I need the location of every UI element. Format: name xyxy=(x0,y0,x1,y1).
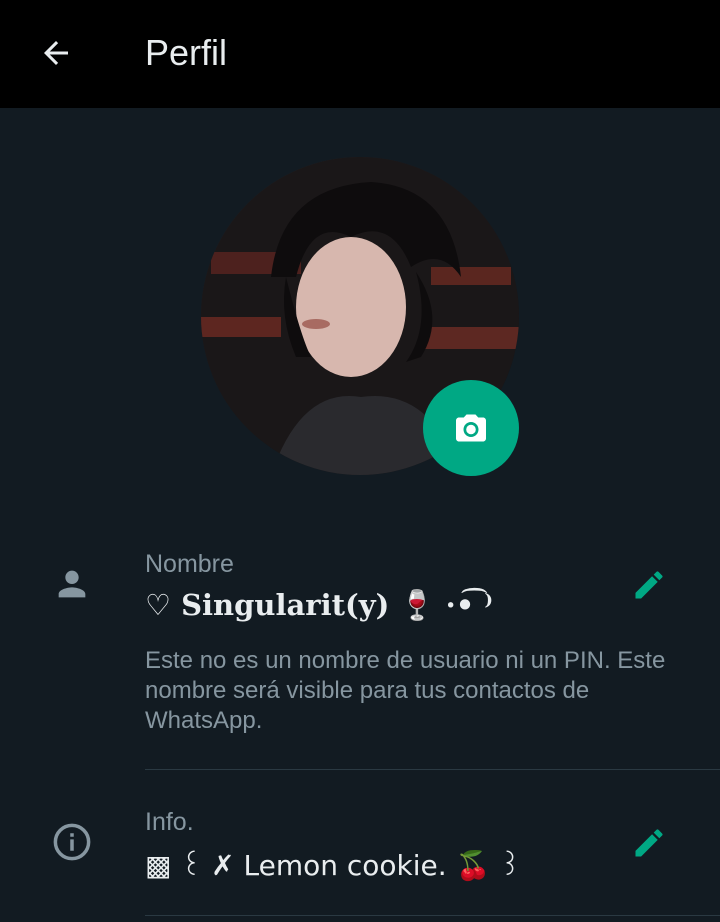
edit-name-button[interactable] xyxy=(626,562,672,608)
edit-info-button[interactable] xyxy=(626,820,672,866)
person-icon xyxy=(50,562,94,606)
info-icon xyxy=(50,820,94,864)
divider xyxy=(145,915,720,916)
pencil-icon xyxy=(635,571,663,599)
camera-icon xyxy=(456,414,486,442)
pencil-icon xyxy=(635,829,663,857)
change-photo-button[interactable] xyxy=(423,380,519,476)
name-value: ♡ 𝐒𝐢𝐧𝐠𝐮𝐥𝐚𝐫𝐢𝐭(𝐲) 🍷 ·•͡ ⁾ xyxy=(145,588,493,622)
arrow-left-icon xyxy=(44,41,68,65)
back-button[interactable] xyxy=(30,30,82,76)
app-bar: Perfil xyxy=(0,0,720,108)
page-title: Perfil xyxy=(145,32,228,73)
info-value: ▩ ꒰ ✗ Lemon cookie. 🍒 ꒱ xyxy=(145,849,522,882)
divider xyxy=(145,769,720,770)
name-helper-text: Este no es un nombre de usuario ni un PI… xyxy=(145,647,666,734)
name-label: Nombre xyxy=(145,550,234,578)
info-label: Info. xyxy=(145,808,194,836)
